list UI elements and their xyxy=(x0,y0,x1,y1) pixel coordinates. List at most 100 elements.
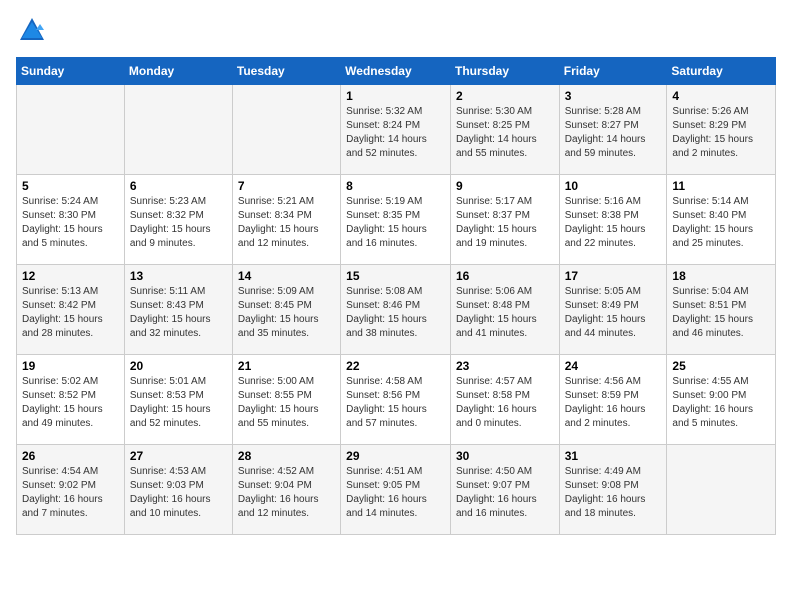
calendar-cell: 6Sunrise: 5:23 AM Sunset: 8:32 PM Daylig… xyxy=(124,175,232,265)
header-day-monday: Monday xyxy=(124,58,232,85)
logo xyxy=(16,16,46,49)
cell-info-text: Sunrise: 4:57 AM Sunset: 8:58 PM Dayligh… xyxy=(456,375,554,431)
calendar-cell: 28 Sunrise: 4:52 AM Sunset: 9:04 PM Dayli… xyxy=(232,445,340,535)
cell-info-text: Sunrise: 5:05 AM Sunset: 8:49 PM Dayligh… xyxy=(565,285,662,341)
calendar-cell: 1 Sunrise: 5:32 AM Sunset: 8:24 PM Daylig… xyxy=(341,85,451,175)
cell-info-text: Sunrise: 5:09 AM Sunset: 8:45 PM Dayligh… xyxy=(238,285,335,341)
header-day-sunday: Sunday xyxy=(17,58,125,85)
calendar-cell: 16 Sunrise: 5:06 AM Sunset: 8:48 PM Dayli… xyxy=(450,265,559,355)
cell-date-number: 1 xyxy=(346,89,445,103)
calendar-cell: 23 Sunrise: 4:57 AM Sunset: 8:58 PM Dayli… xyxy=(450,355,559,445)
cell-info-text: Sunrise: 5:24 AM Sunset: 8:30 PM Dayligh… xyxy=(22,195,119,251)
header-day-thursday: Thursday xyxy=(450,58,559,85)
cell-info-text: Sunrise: 5:00 AM Sunset: 8:55 PM Dayligh… xyxy=(238,375,335,431)
calendar-cell: 12 Sunrise: 5:13 AM Sunset: 8:42 PM Dayli… xyxy=(17,265,125,355)
calendar-cell: 13Sunrise: 5:11 AM Sunset: 8:43 PM Dayli… xyxy=(124,265,232,355)
cell-date-number: 25 xyxy=(672,359,770,373)
cell-date-number: 22 xyxy=(346,359,445,373)
cell-date-number: 17 xyxy=(565,269,662,283)
page-header xyxy=(16,16,776,49)
cell-info-text: Sunrise: 5:19 AM Sunset: 8:35 PM Dayligh… xyxy=(346,195,445,251)
cell-info-text: Sunrise: 4:58 AM Sunset: 8:56 PM Dayligh… xyxy=(346,375,445,431)
calendar-cell: 10 Sunrise: 5:16 AM Sunset: 8:38 PM Dayli… xyxy=(559,175,667,265)
cell-info-text: Sunrise: 5:02 AM Sunset: 8:52 PM Dayligh… xyxy=(22,375,119,431)
cell-info-text: Sunrise: 4:55 AM Sunset: 9:00 PM Dayligh… xyxy=(672,375,770,431)
cell-date-number: 28 xyxy=(238,449,335,463)
cell-info-text: Sunrise: 5:13 AM Sunset: 8:42 PM Dayligh… xyxy=(22,285,119,341)
calendar-cell: 31Sunrise: 4:49 AM Sunset: 9:08 PM Dayli… xyxy=(559,445,667,535)
cell-date-number: 13 xyxy=(130,269,227,283)
cell-date-number: 8 xyxy=(346,179,445,193)
cell-date-number: 9 xyxy=(456,179,554,193)
cell-info-text: Sunrise: 4:52 AM Sunset: 9:04 PM Dayligh… xyxy=(238,465,335,521)
calendar-cell: 30Sunrise: 4:50 AM Sunset: 9:07 PM Dayli… xyxy=(450,445,559,535)
calendar-cell: 7 Sunrise: 5:21 AM Sunset: 8:34 PM Daylig… xyxy=(232,175,340,265)
cell-date-number: 15 xyxy=(346,269,445,283)
calendar-cell: 29 Sunrise: 4:51 AM Sunset: 9:05 PM Dayli… xyxy=(341,445,451,535)
calendar-cell: 15 Sunrise: 5:08 AM Sunset: 8:46 PM Dayli… xyxy=(341,265,451,355)
cell-date-number: 12 xyxy=(22,269,119,283)
calendar-week-row: 1 Sunrise: 5:32 AM Sunset: 8:24 PM Daylig… xyxy=(17,85,776,175)
cell-info-text: Sunrise: 4:56 AM Sunset: 8:59 PM Dayligh… xyxy=(565,375,662,431)
cell-info-text: Sunrise: 5:04 AM Sunset: 8:51 PM Dayligh… xyxy=(672,285,770,341)
calendar-cell: 11 Sunrise: 5:14 AM Sunset: 8:40 PM Dayli… xyxy=(667,175,776,265)
cell-date-number: 23 xyxy=(456,359,554,373)
cell-info-text: Sunrise: 5:21 AM Sunset: 8:34 PM Dayligh… xyxy=(238,195,335,251)
cell-date-number: 24 xyxy=(565,359,662,373)
calendar-header-row: SundayMondayTuesdayWednesdayThursdayFrid… xyxy=(17,58,776,85)
cell-date-number: 26 xyxy=(22,449,119,463)
cell-info-text: Sunrise: 5:16 AM Sunset: 8:38 PM Dayligh… xyxy=(565,195,662,251)
cell-info-text: Sunrise: 4:53 AM Sunset: 9:03 PM Dayligh… xyxy=(130,465,227,521)
calendar-cell: 21 Sunrise: 5:00 AM Sunset: 8:55 PM Dayli… xyxy=(232,355,340,445)
cell-date-number: 16 xyxy=(456,269,554,283)
calendar-cell: 14 Sunrise: 5:09 AM Sunset: 8:45 PM Dayli… xyxy=(232,265,340,355)
cell-date-number: 20 xyxy=(130,359,227,373)
cell-date-number: 21 xyxy=(238,359,335,373)
cell-info-text: Sunrise: 4:51 AM Sunset: 9:05 PM Dayligh… xyxy=(346,465,445,521)
header-day-wednesday: Wednesday xyxy=(341,58,451,85)
calendar-cell: 9 Sunrise: 5:17 AM Sunset: 8:37 PM Daylig… xyxy=(450,175,559,265)
calendar-cell: 26Sunrise: 4:54 AM Sunset: 9:02 PM Dayli… xyxy=(17,445,125,535)
cell-date-number: 11 xyxy=(672,179,770,193)
calendar-cell: 25 Sunrise: 4:55 AM Sunset: 9:00 PM Dayli… xyxy=(667,355,776,445)
cell-info-text: Sunrise: 5:32 AM Sunset: 8:24 PM Dayligh… xyxy=(346,105,445,161)
cell-date-number: 29 xyxy=(346,449,445,463)
cell-info-text: Sunrise: 5:08 AM Sunset: 8:46 PM Dayligh… xyxy=(346,285,445,341)
calendar-week-row: 19 Sunrise: 5:02 AM Sunset: 8:52 PM Dayli… xyxy=(17,355,776,445)
cell-date-number: 18 xyxy=(672,269,770,283)
cell-info-text: Sunrise: 5:01 AM Sunset: 8:53 PM Dayligh… xyxy=(130,375,227,431)
calendar-week-row: 12 Sunrise: 5:13 AM Sunset: 8:42 PM Dayli… xyxy=(17,265,776,355)
calendar-week-row: 26Sunrise: 4:54 AM Sunset: 9:02 PM Dayli… xyxy=(17,445,776,535)
calendar-cell: 8 Sunrise: 5:19 AM Sunset: 8:35 PM Daylig… xyxy=(341,175,451,265)
cell-info-text: Sunrise: 4:50 AM Sunset: 9:07 PM Dayligh… xyxy=(456,465,554,521)
cell-date-number: 19 xyxy=(22,359,119,373)
calendar-cell xyxy=(232,85,340,175)
calendar-week-row: 5Sunrise: 5:24 AM Sunset: 8:30 PM Daylig… xyxy=(17,175,776,265)
calendar-cell: 22 Sunrise: 4:58 AM Sunset: 8:56 PM Dayli… xyxy=(341,355,451,445)
cell-info-text: Sunrise: 5:17 AM Sunset: 8:37 PM Dayligh… xyxy=(456,195,554,251)
calendar-cell: 3 Sunrise: 5:28 AM Sunset: 8:27 PM Daylig… xyxy=(559,85,667,175)
cell-date-number: 31 xyxy=(565,449,662,463)
cell-info-text: Sunrise: 5:28 AM Sunset: 8:27 PM Dayligh… xyxy=(565,105,662,161)
cell-info-text: Sunrise: 5:26 AM Sunset: 8:29 PM Dayligh… xyxy=(672,105,770,161)
cell-info-text: Sunrise: 5:14 AM Sunset: 8:40 PM Dayligh… xyxy=(672,195,770,251)
cell-info-text: Sunrise: 5:30 AM Sunset: 8:25 PM Dayligh… xyxy=(456,105,554,161)
calendar-cell xyxy=(667,445,776,535)
cell-date-number: 3 xyxy=(565,89,662,103)
cell-date-number: 27 xyxy=(130,449,227,463)
calendar-cell xyxy=(124,85,232,175)
header-day-friday: Friday xyxy=(559,58,667,85)
calendar-cell: 27 Sunrise: 4:53 AM Sunset: 9:03 PM Dayli… xyxy=(124,445,232,535)
cell-date-number: 7 xyxy=(238,179,335,193)
cell-date-number: 4 xyxy=(672,89,770,103)
calendar-cell: 18 Sunrise: 5:04 AM Sunset: 8:51 PM Dayli… xyxy=(667,265,776,355)
cell-date-number: 6 xyxy=(130,179,227,193)
calendar-cell: 2 Sunrise: 5:30 AM Sunset: 8:25 PM Daylig… xyxy=(450,85,559,175)
calendar-cell: 19 Sunrise: 5:02 AM Sunset: 8:52 PM Dayli… xyxy=(17,355,125,445)
calendar-cell: 20 Sunrise: 5:01 AM Sunset: 8:53 PM Dayli… xyxy=(124,355,232,445)
calendar-cell xyxy=(17,85,125,175)
cell-info-text: Sunrise: 5:06 AM Sunset: 8:48 PM Dayligh… xyxy=(456,285,554,341)
cell-date-number: 10 xyxy=(565,179,662,193)
cell-date-number: 14 xyxy=(238,269,335,283)
cell-date-number: 2 xyxy=(456,89,554,103)
